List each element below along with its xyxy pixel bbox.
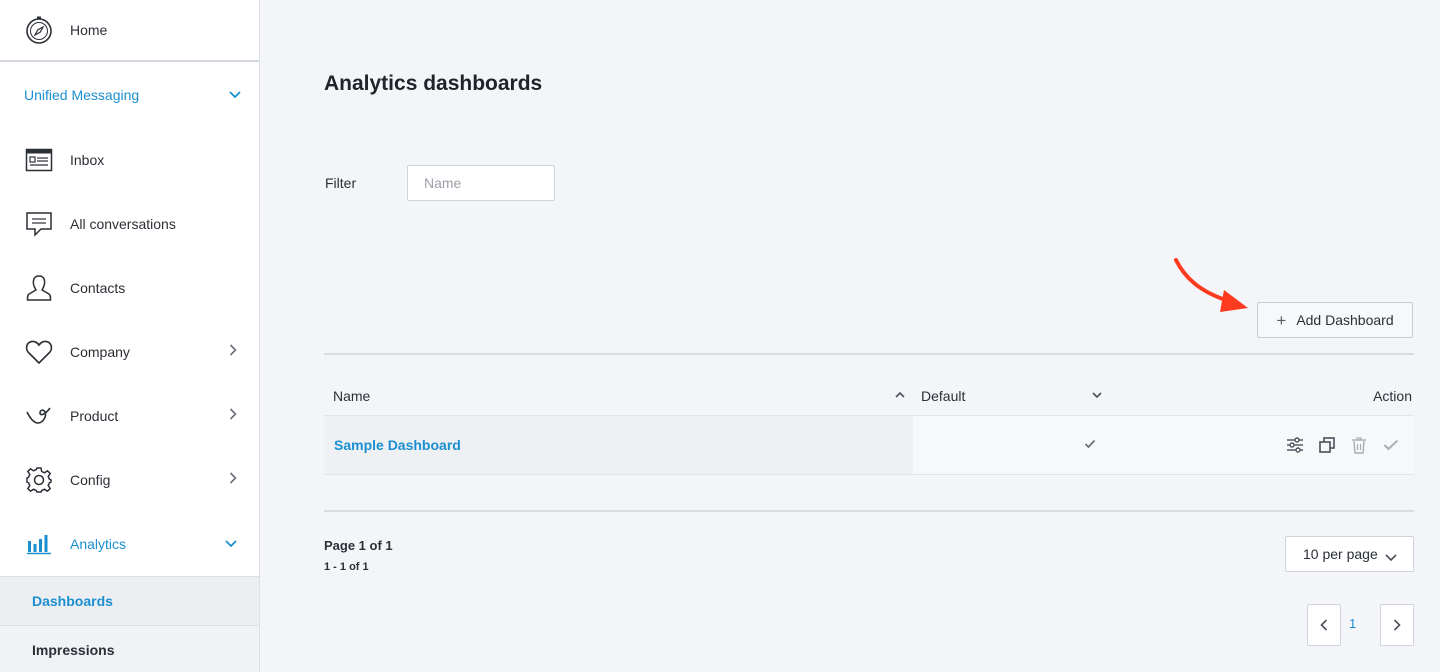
page-info: Page 1 of 1 [324,538,393,553]
main-content: Analytics dashboards Filter + Add Dashbo… [324,0,1414,672]
sidebar-item-product[interactable]: Product [0,384,259,448]
page-title: Analytics dashboards [324,72,543,95]
chevron-right-icon [229,471,237,489]
column-header-default[interactable]: Default [921,388,965,404]
add-dashboard-button[interactable]: + Add Dashboard [1257,302,1413,338]
set-default-check-icon[interactable] [1382,436,1400,454]
sidebar-item-label: Home [70,22,108,38]
sidebar-item-label: All conversations [70,216,176,232]
chevron-down-icon [1385,549,1397,565]
sidebar-item-contacts[interactable]: Contacts [0,256,259,320]
duplicate-icon[interactable] [1318,436,1336,454]
plus-icon: + [1276,310,1287,330]
sidebar-item-label: Product [70,408,119,424]
table-row: Sample Dashboard [324,416,1414,475]
delete-icon[interactable] [1350,436,1368,454]
sidebar-item-config[interactable]: Config [0,448,259,512]
gear-icon [24,465,54,495]
chat-icon [24,209,54,239]
sidebar-item-analytics[interactable]: Analytics [0,512,259,576]
bar-chart-icon [24,529,54,559]
per-page-value: 10 per page [1303,546,1378,562]
chevron-right-icon [1393,619,1401,631]
sidebar-item-home[interactable]: Home [0,0,259,62]
section-label: Unified Messaging [24,87,140,103]
sidebar-item-label: Config [70,472,111,488]
sidebar-item-label: Company [70,344,130,360]
chevron-down-icon [225,535,237,553]
page-range: 1 - 1 of 1 [324,561,369,573]
inbox-icon [24,145,54,175]
dashboard-name-link[interactable]: Sample Dashboard [334,437,461,453]
compass-icon [24,15,54,45]
divider [324,353,1414,355]
sidebar-item-inbox[interactable]: Inbox [0,128,259,192]
sidebar-item-all-conversations[interactable]: All conversations [0,192,259,256]
sidebar-subitem-dashboards[interactable]: Dashboards [0,576,259,625]
table-header: Name Default Action [324,376,1414,416]
divider [324,510,1414,512]
chevron-right-icon [229,407,237,425]
name-filter-input[interactable] [407,165,555,201]
sidebar-subitem-impressions[interactable]: Impressions [0,625,259,672]
sidebar-section-unified-messaging[interactable]: Unified Messaging [0,62,259,128]
per-page-select[interactable]: 10 per page [1285,536,1414,572]
name-cell: Sample Dashboard [324,416,913,474]
column-header-name[interactable]: Name [333,388,370,404]
sidebar: Home Unified Messaging Inbox All convers… [0,0,260,672]
add-dashboard-label: Add Dashboard [1296,312,1394,328]
settings-sliders-icon[interactable] [1286,436,1304,454]
chevron-left-icon [1320,619,1328,631]
row-actions [1286,436,1400,454]
chevron-down-icon [229,86,241,104]
sort-descending-icon[interactable] [1092,386,1102,404]
sidebar-item-label: Inbox [70,152,105,168]
person-icon [24,273,54,303]
filter-label: Filter [325,175,357,191]
product-icon [24,401,54,431]
page-number[interactable]: 1 [1349,616,1356,631]
annotation-arrow-icon [1174,258,1248,312]
sidebar-item-label: Contacts [70,280,126,296]
sidebar-item-label: Analytics [70,536,127,552]
chevron-right-icon [229,343,237,361]
default-check-icon [1084,436,1096,454]
sort-ascending-icon[interactable] [895,386,905,404]
sidebar-item-company[interactable]: Company [0,320,259,384]
previous-page-button[interactable] [1307,604,1341,646]
heart-icon [24,337,54,367]
next-page-button[interactable] [1380,604,1414,646]
column-header-action: Action [1373,388,1412,404]
